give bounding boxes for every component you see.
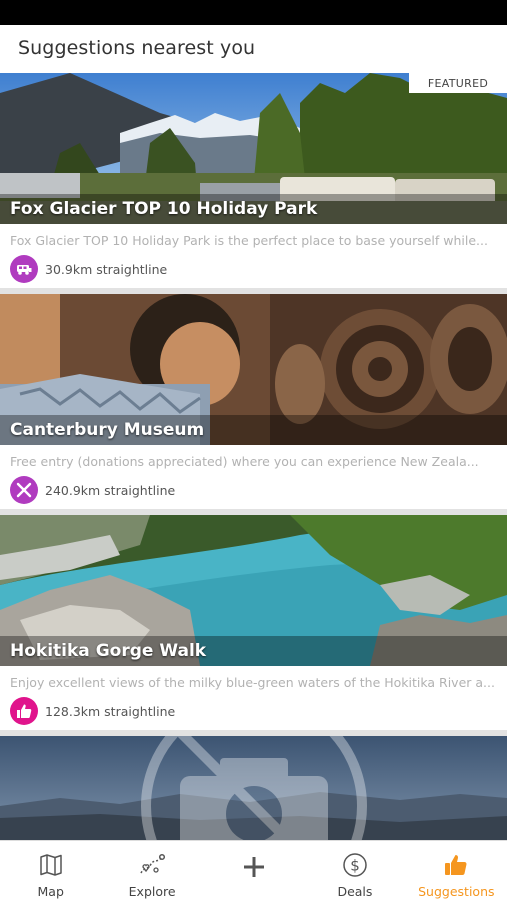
tab-label: Deals — [337, 884, 373, 899]
featured-badge: FEATURED — [409, 73, 507, 93]
card-distance: 30.9km straightline — [45, 261, 168, 277]
tab-explore[interactable]: Explore — [101, 841, 202, 900]
card-meta: 30.9km straightline — [10, 255, 167, 283]
suggestion-card-fox-glacier[interactable]: Fox Glacier TOP 10 Holiday Park FEATURED… — [0, 73, 507, 288]
tab-label: Map — [37, 884, 64, 899]
card-description: Fox Glacier TOP 10 Holiday Park is the p… — [10, 233, 488, 248]
suggestion-card-hokitika-gorge[interactable]: Hokitika Gorge Walk Enjoy excellent view… — [0, 515, 507, 730]
tab-deals[interactable]: $ Deals — [304, 841, 405, 900]
suggestion-card-placeholder[interactable] — [0, 736, 507, 840]
card-description: Free entry (donations appreciated) where… — [10, 454, 479, 469]
card-image: Canterbury Museum — [0, 294, 507, 445]
card-description: Enjoy excellent views of the milky blue-… — [10, 675, 495, 690]
map-icon — [37, 851, 65, 879]
card-title: Fox Glacier TOP 10 Holiday Park — [10, 199, 318, 219]
card-meta: 240.9km straightline — [10, 476, 175, 504]
plus-icon — [240, 853, 268, 881]
card-distance: 128.3km straightline — [45, 703, 176, 719]
bottom-tab-bar: Map Explore $ Deals Suggestions — [0, 840, 507, 900]
tab-add[interactable] — [203, 841, 304, 900]
card-distance: 240.9km straightline — [45, 482, 176, 498]
svg-text:$: $ — [350, 857, 360, 875]
thumbs-up-icon — [10, 697, 38, 725]
card-image: Hokitika Gorge Walk — [0, 515, 507, 666]
tab-suggestions[interactable]: Suggestions — [406, 841, 507, 900]
suggestions-feed[interactable]: Fox Glacier TOP 10 Holiday Park FEATURED… — [0, 73, 507, 840]
attraction-icon — [10, 476, 38, 504]
thumbs-up-icon — [442, 851, 470, 879]
card-title: Hokitika Gorge Walk — [10, 641, 207, 661]
tab-label: Explore — [128, 884, 176, 899]
tab-label: Suggestions — [418, 884, 495, 899]
page-title: Suggestions nearest you — [18, 37, 256, 59]
status-bar — [0, 0, 507, 25]
suggestion-card-canterbury-museum[interactable]: Canterbury Museum Free entry (donations … — [0, 294, 507, 509]
card-image — [0, 736, 507, 840]
page-header: Suggestions nearest you — [0, 25, 507, 73]
card-meta: 128.3km straightline — [10, 697, 175, 725]
dollar-icon: $ — [341, 851, 369, 879]
card-image: Fox Glacier TOP 10 Holiday Park FEATURED — [0, 73, 507, 224]
tab-map[interactable]: Map — [0, 841, 101, 900]
camper-van-icon — [10, 255, 38, 283]
explore-icon — [138, 851, 166, 879]
card-title: Canterbury Museum — [10, 420, 205, 440]
